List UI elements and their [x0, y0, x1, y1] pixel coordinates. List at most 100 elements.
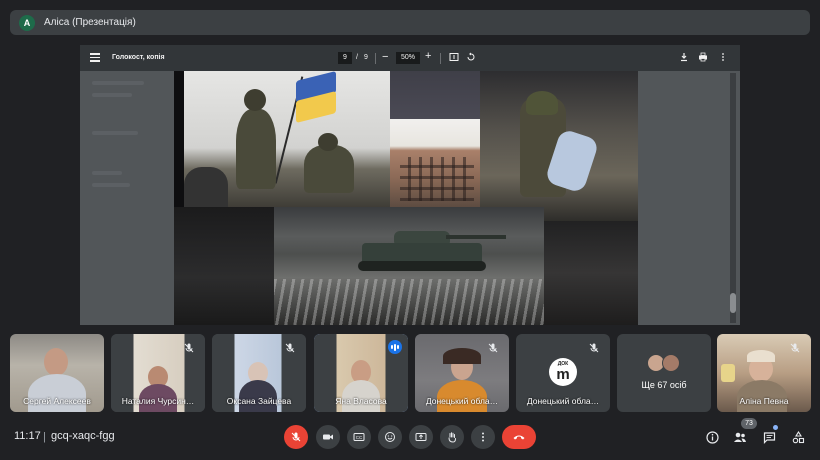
more-options-button[interactable] [471, 425, 495, 449]
participant-name: Аліна Певна [739, 396, 789, 406]
zoom-out-button[interactable]: − [382, 51, 388, 63]
pdf-toolbar: Голокост, копія 9 / 9 − 50% + [80, 45, 740, 71]
participant-name: Сергей Алексеев [23, 396, 91, 406]
download-icon[interactable] [678, 52, 690, 64]
print-icon[interactable] [697, 52, 709, 64]
toolbar-divider [375, 53, 376, 64]
participant-tile[interactable]: Сергей Алексеев [10, 334, 104, 412]
presenter-avatar: A [19, 14, 35, 31]
participant-tile-speaking[interactable]: Яна Власова [314, 334, 408, 412]
thumbnail-placeholder [92, 81, 144, 85]
participant-tile[interactable]: ДОК m Донецький обла… [516, 334, 610, 412]
page-total: 9 [364, 54, 368, 61]
zoom-level-input[interactable]: 50% [396, 52, 420, 64]
meet-window: A Аліса (Презентація) Голокост, копія 9 … [0, 0, 820, 460]
pdf-title: Голокост, копія [112, 54, 165, 61]
participant-logo-avatar: ДОК m [549, 358, 577, 386]
meeting-code: gcq-xaqc-fgg [51, 430, 115, 442]
pdf-scroll-thumb[interactable] [730, 293, 736, 313]
avatar [662, 354, 680, 372]
raise-hand-button[interactable] [440, 425, 464, 449]
info-icon [705, 430, 719, 444]
raise-hand-icon [448, 432, 456, 443]
participant-hair [443, 348, 481, 364]
photo-ruins-left [174, 207, 274, 325]
people-icon [734, 432, 746, 442]
activities-icon [792, 430, 804, 443]
more-options-icon [482, 432, 484, 442]
mic-off-icon [285, 343, 295, 353]
svg-text:CC: CC [356, 435, 363, 440]
mic-off-icon [790, 343, 800, 353]
chat-button[interactable] [760, 428, 778, 446]
thumbnail-placeholder [92, 171, 122, 175]
presenter-name: Аліса (Презентація) [44, 17, 136, 28]
more-vert-icon[interactable] [717, 52, 729, 64]
rotate-icon[interactable] [465, 52, 477, 64]
meeting-clock: 11:17 [14, 430, 41, 442]
participant-name: Яна Власова [335, 396, 387, 406]
emoji-icon [385, 432, 395, 442]
participant-tile[interactable]: Донецький обла… [415, 334, 509, 412]
participant-name: Оксана Зайцева [226, 396, 292, 406]
participant-tile[interactable]: Аліна Певна [717, 334, 811, 412]
mic-off-icon [291, 432, 301, 442]
logo-letter: m [556, 366, 570, 383]
participant-name: Донецький обла… [425, 396, 499, 406]
thumbnail-placeholder [92, 93, 132, 97]
mic-off-icon [589, 343, 599, 353]
soldier-figure [304, 145, 354, 193]
people-button[interactable] [731, 428, 749, 446]
thumbnail-placeholder [92, 131, 138, 135]
participant-tile[interactable]: Оксана Зайцева [212, 334, 306, 412]
toolbar-divider [440, 53, 441, 64]
camera-icon [323, 434, 333, 440]
photo-soldiers-with-flag [184, 71, 390, 211]
soldier-head [318, 133, 338, 151]
photo-destroyed-building [390, 119, 480, 209]
more-participants-avatars [647, 354, 680, 372]
photo-ruins-right [544, 221, 638, 325]
pdf-scrollbar[interactable] [730, 73, 736, 323]
soldier-head [244, 89, 266, 111]
present-screen-icon [415, 433, 427, 441]
activities-button[interactable] [789, 428, 807, 446]
fit-page-icon[interactable] [448, 52, 460, 64]
photo-tank-in-field [274, 207, 544, 325]
menu-icon[interactable] [90, 53, 100, 63]
tank-gun [446, 235, 506, 239]
unread-chat-dot [773, 425, 778, 430]
participant-body [28, 374, 86, 412]
end-call-button[interactable] [502, 425, 536, 449]
captions-button[interactable]: CC [347, 425, 371, 449]
ukrainian-flag [296, 71, 336, 123]
more-participants-tile[interactable]: Ще 67 осіб [617, 334, 711, 412]
tank-track [358, 261, 486, 271]
mic-off-icon [488, 343, 498, 353]
mic-toggle-button[interactable] [284, 425, 308, 449]
captions-icon: CC [353, 433, 365, 441]
participant-name: Наталия Чурсин… [121, 396, 195, 406]
lamp [721, 364, 735, 382]
page-number-input[interactable]: 9 [338, 52, 352, 64]
presenter-bar[interactable]: A Аліса (Презентація) [10, 10, 810, 35]
present-button[interactable] [409, 425, 433, 449]
zoom-in-button[interactable]: + [425, 50, 431, 62]
soldier-helmet [526, 91, 558, 115]
meeting-divider: | [43, 431, 46, 443]
participant-face [44, 348, 68, 376]
participant-tile[interactable]: Наталия Чурсин… [111, 334, 205, 412]
pdf-thumbnail-sidebar [80, 71, 174, 325]
reactions-button[interactable] [378, 425, 402, 449]
soldier-figure [236, 109, 276, 189]
vehicle-part [184, 167, 228, 211]
photo-dark-panel [390, 71, 480, 119]
info-button[interactable] [703, 428, 721, 446]
more-participants-label: Ще 67 осіб [641, 380, 687, 390]
camera-toggle-button[interactable] [316, 425, 340, 449]
page-separator: / [356, 54, 358, 61]
snowy-ground [274, 279, 544, 325]
shared-screen: Голокост, копія 9 / 9 − 50% + [80, 45, 740, 325]
participant-hair [747, 350, 775, 362]
pdf-page-collage [174, 71, 638, 325]
